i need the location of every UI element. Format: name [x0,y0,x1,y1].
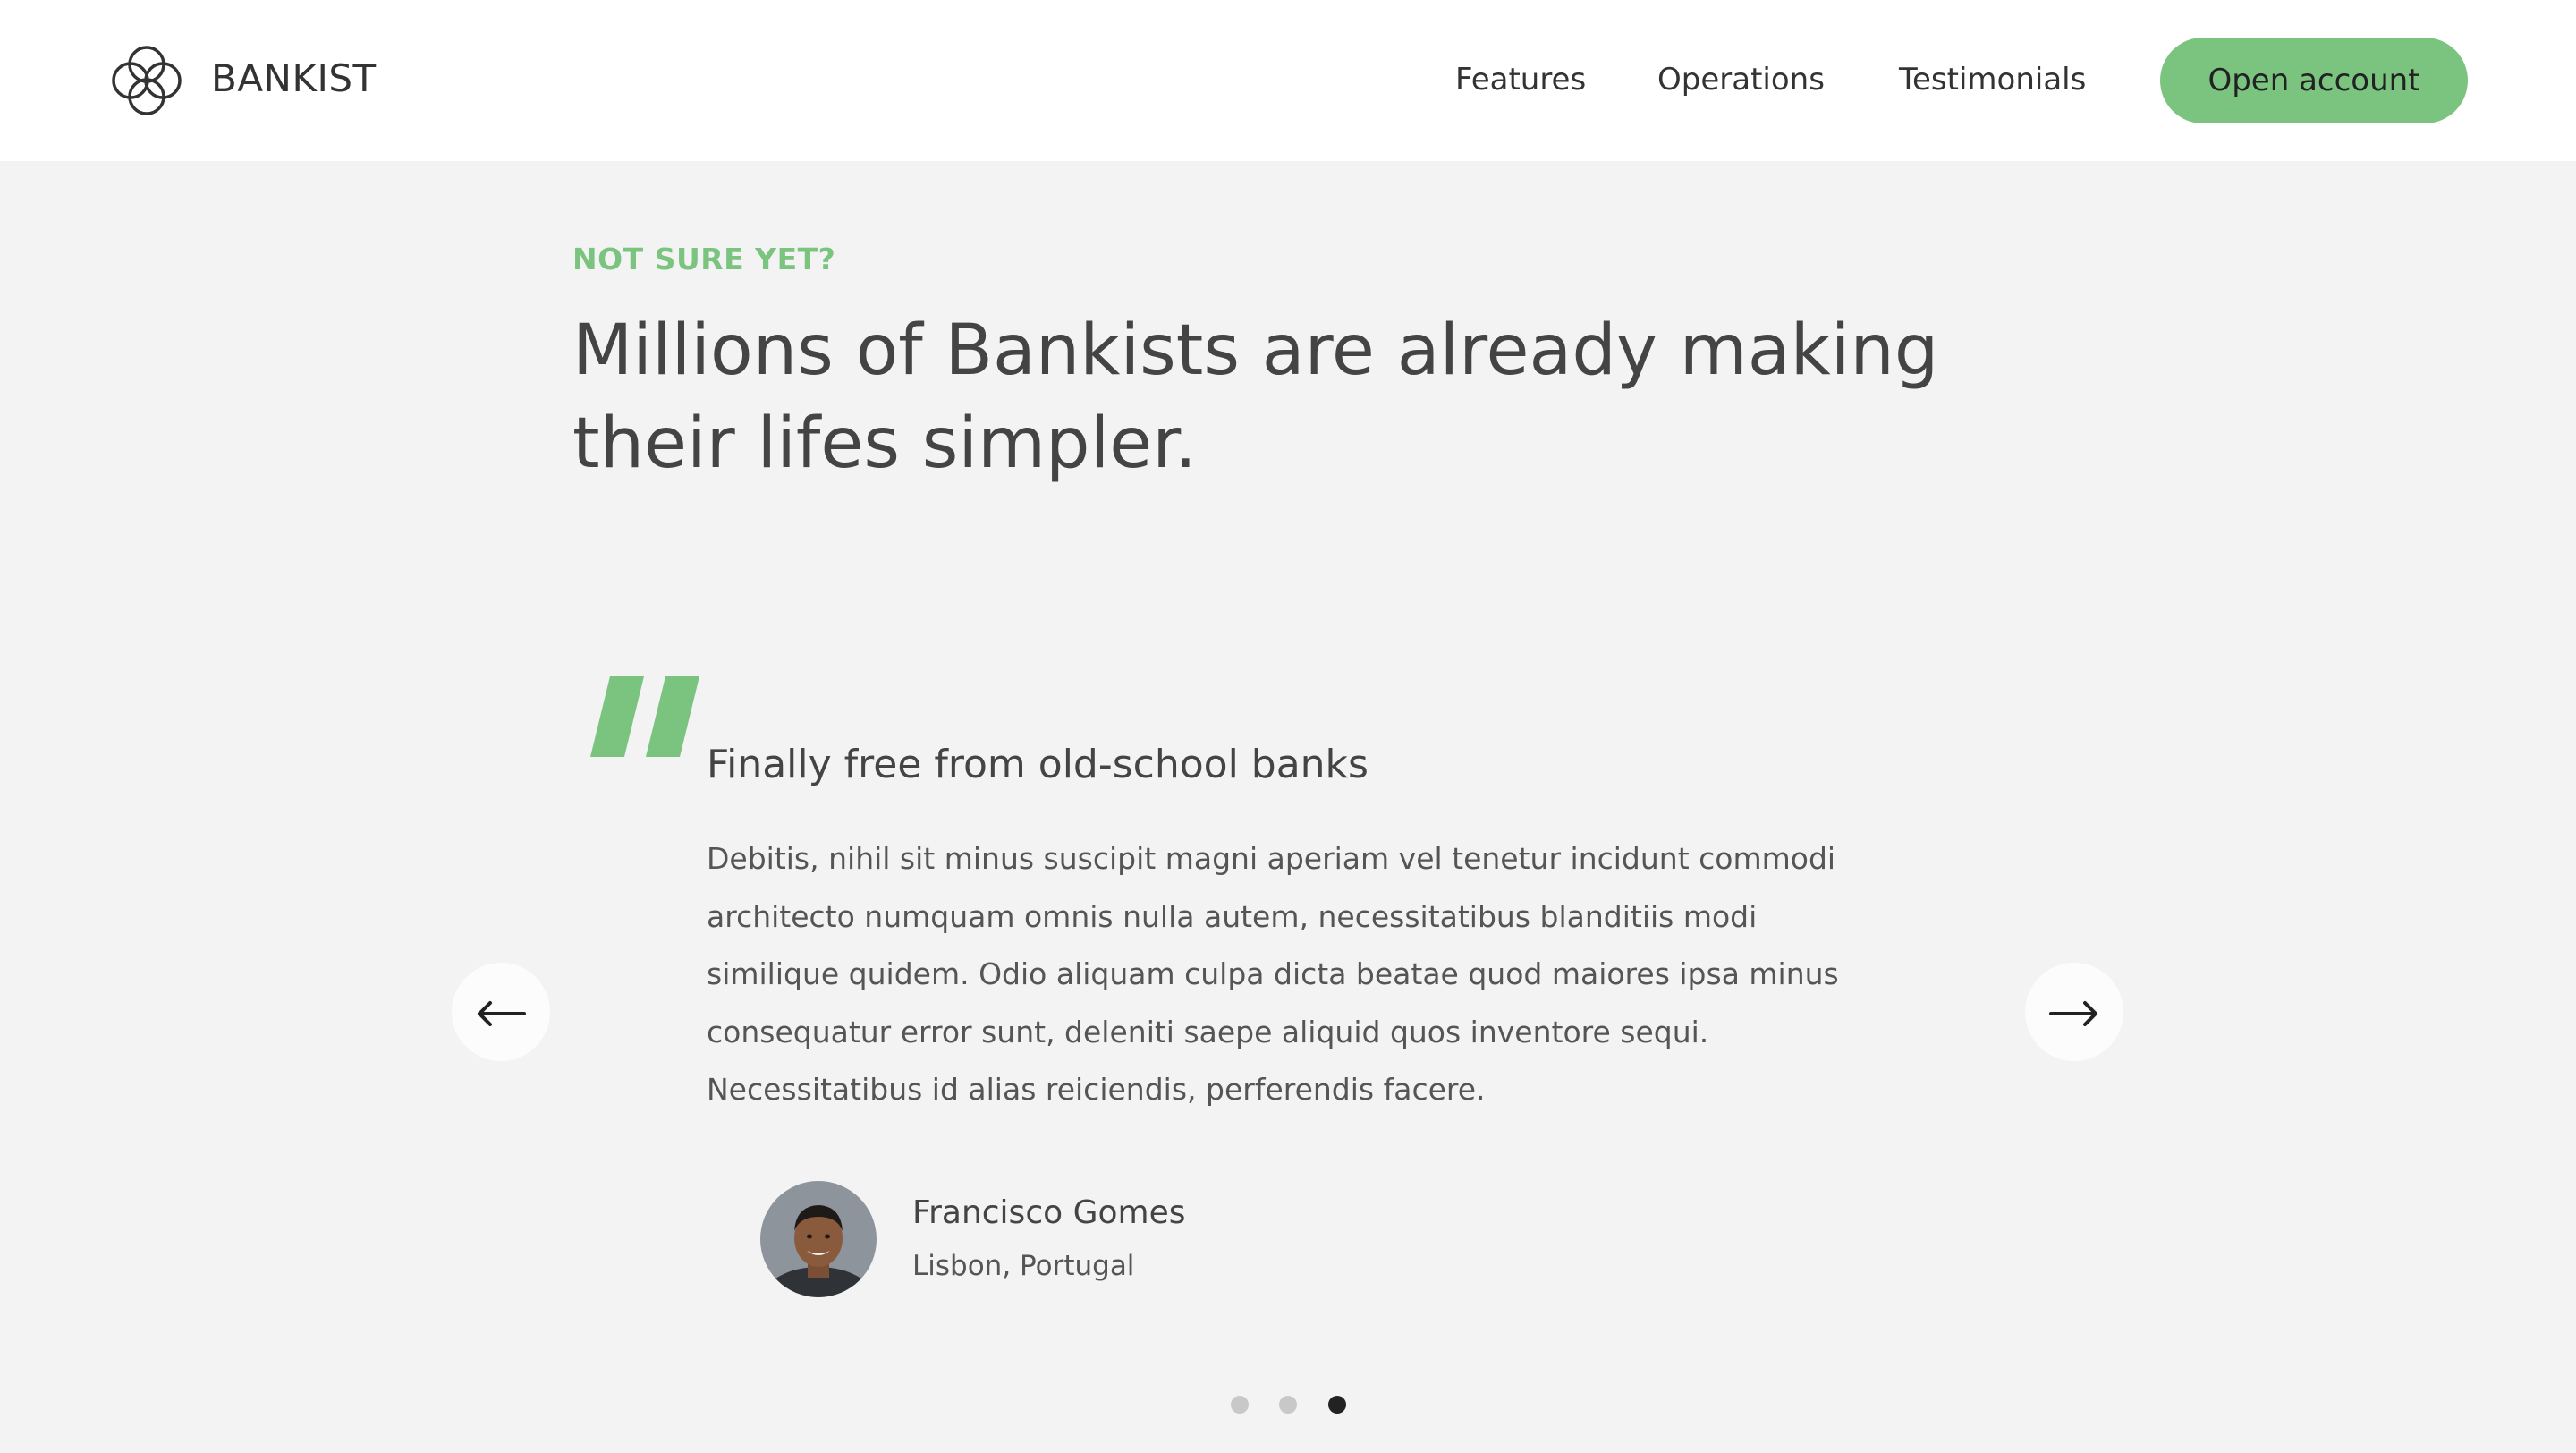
open-account-button[interactable]: Open account [2160,38,2468,123]
brand-name: BANKIST [211,56,377,100]
slider-dot-1[interactable] [1231,1396,1249,1414]
slider-prev-button[interactable] [452,963,550,1061]
author-location: Lisbon, Portugal [912,1250,1135,1282]
slider-next-button[interactable] [2025,963,2123,1061]
testimonial-text: Debitis, nihil sit minus suscipit magni … [707,841,1839,1107]
section-title: Millions of Bankists are already making … [572,310,1939,484]
slider-dot-2[interactable] [1279,1396,1297,1414]
slider-dot-3-active[interactable] [1328,1396,1346,1414]
bankist-logo-icon[interactable] [106,39,188,122]
testimonial-heading: Finally free from old-school banks [707,742,1368,787]
nav-link-testimonials[interactable]: Testimonials [1899,59,2086,100]
author-avatar [760,1181,877,1297]
quote-mark-icon [590,676,699,757]
section-label: NOT SURE YET? [572,242,836,276]
nav-link-features[interactable]: Features [1455,59,1586,100]
author-name: Francisco Gomes [912,1194,1186,1231]
navbar: BANKIST Features Operations Testimonials… [0,0,2576,161]
arrow-right-icon [2049,1001,2097,1026]
nav-link-operations[interactable]: Operations [1657,59,1825,100]
arrow-left-icon [478,1001,526,1026]
